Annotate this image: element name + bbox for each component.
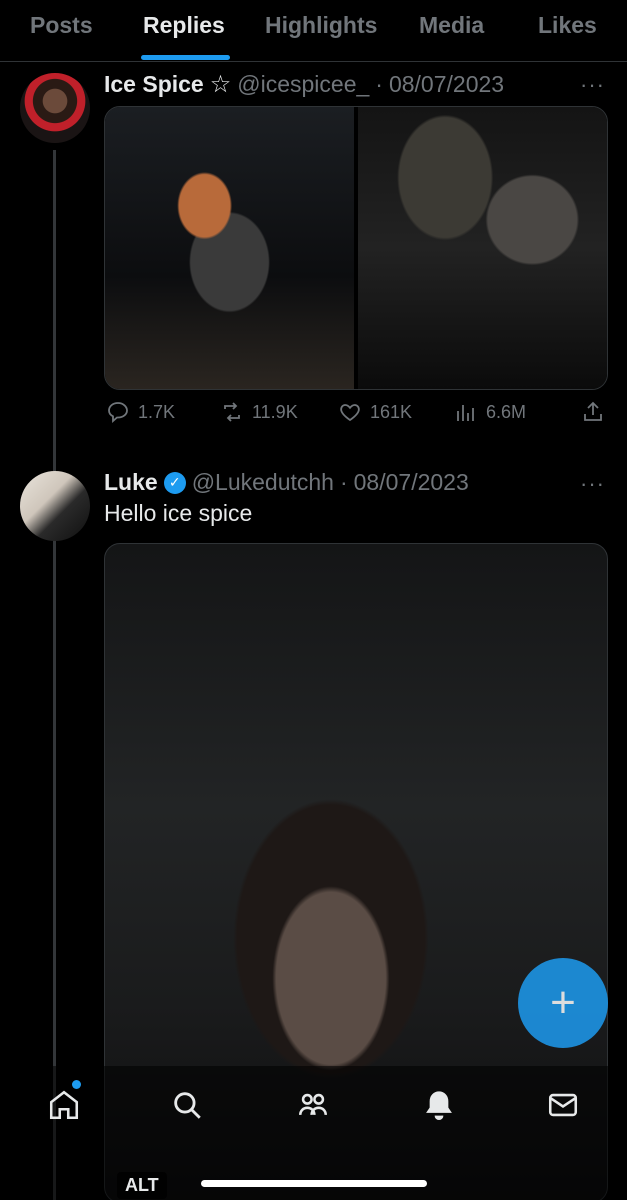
separator-dot: · (375, 71, 383, 97)
compose-post-button[interactable]: + (518, 958, 608, 1048)
more-options-icon[interactable]: ··· (580, 471, 605, 497)
author-handle[interactable]: @icespicee_ (237, 71, 369, 98)
author-name[interactable]: Ice Spice (104, 71, 204, 98)
star-icon: ☆ (209, 71, 232, 98)
post-actions: 1.7K 11.9K 161K 6.6M (104, 400, 608, 432)
views-count: 6.6M (486, 401, 527, 422)
tab-replies[interactable]: Replies (143, 12, 225, 39)
active-tab-indicator (141, 55, 230, 60)
reply-button[interactable]: 1.7K (106, 400, 175, 424)
home-indicator[interactable] (201, 1180, 427, 1187)
repost-icon (224, 402, 240, 422)
search-icon[interactable] (170, 1088, 204, 1122)
reply-icon (108, 402, 128, 423)
post-photo-1[interactable] (105, 107, 354, 389)
post-header-1: Ice Spice ☆ @icespicee_ · 08/07/2023 (104, 70, 504, 99)
author-name[interactable]: Luke (104, 469, 158, 496)
tab-posts[interactable]: Posts (30, 12, 93, 39)
post-media-grid (104, 106, 608, 390)
avatar-luke[interactable] (20, 471, 90, 541)
alt-text-badge[interactable]: ALT (117, 1172, 167, 1199)
views-button[interactable]: 6.6M (454, 400, 526, 424)
like-count: 161K (370, 401, 413, 422)
views-icon (457, 405, 474, 421)
mail-icon[interactable] (546, 1088, 580, 1122)
post-header-2: Luke ✓ @Lukedutchh · 08/07/2023 (104, 469, 469, 496)
bell-icon[interactable] (422, 1088, 456, 1122)
heart-icon (340, 404, 360, 422)
communities-icon[interactable] (296, 1088, 330, 1122)
thread-connector-line (53, 150, 56, 1200)
share-icon (584, 401, 602, 421)
post-date[interactable]: 08/07/2023 (354, 469, 469, 496)
more-options-icon[interactable]: ··· (580, 72, 605, 98)
tab-highlights[interactable]: Highlights (265, 12, 377, 39)
tab-media[interactable]: Media (419, 12, 484, 39)
separator-dot: · (339, 469, 348, 495)
tab-likes[interactable]: Likes (538, 12, 597, 39)
author-handle[interactable]: @Lukedutchh (192, 469, 334, 496)
home-icon[interactable] (47, 1088, 81, 1122)
like-button[interactable]: 161K (338, 400, 412, 424)
post-date[interactable]: 08/07/2023 (389, 71, 504, 98)
avatar-ice-spice[interactable] (20, 73, 90, 143)
post-text: Hello ice spice (104, 500, 253, 526)
repost-button[interactable]: 11.9K (220, 400, 298, 424)
reply-count: 1.7K (138, 401, 176, 422)
post-photo-2[interactable] (358, 107, 607, 389)
share-button[interactable] (581, 400, 605, 424)
home-notification-dot (72, 1080, 81, 1089)
profile-tabs: Posts Replies Highlights Media Likes (0, 0, 627, 62)
repost-count: 11.9K (252, 401, 298, 422)
verified-badge-icon: ✓ (163, 471, 186, 494)
